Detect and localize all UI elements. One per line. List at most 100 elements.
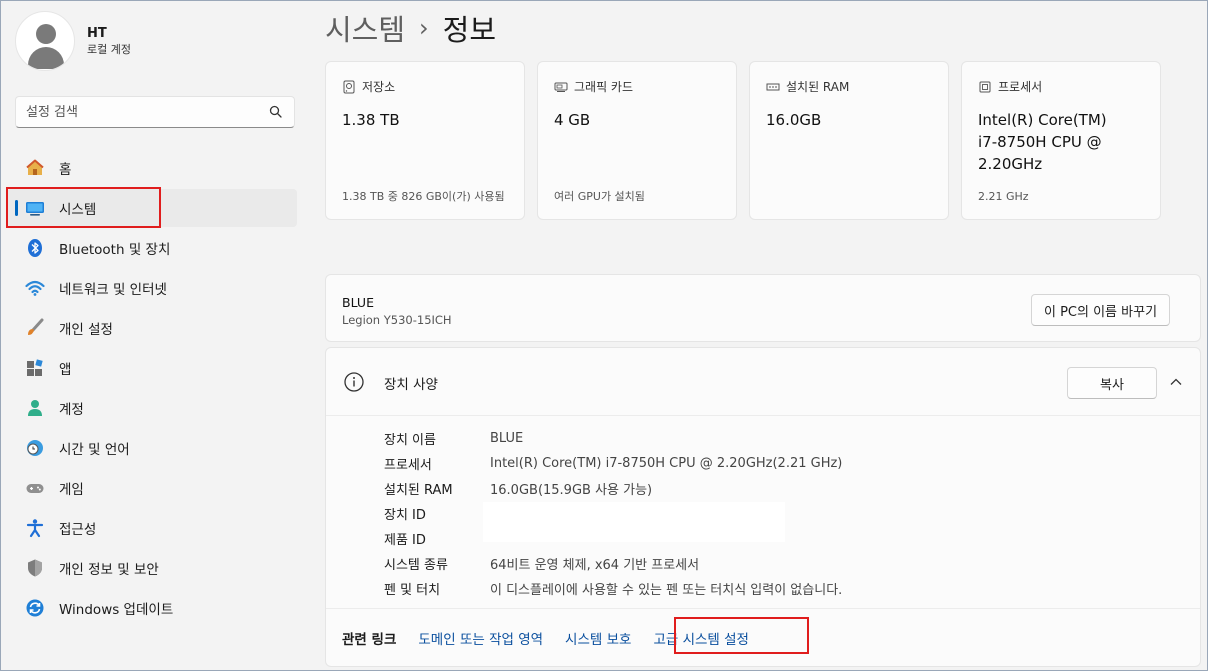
link-system-protection[interactable]: 시스템 보호 — [565, 628, 631, 648]
nav-item-bluetooth[interactable]: Bluetooth 및 장치 — [7, 229, 297, 267]
search-icon[interactable] — [268, 104, 284, 120]
apps-icon — [25, 358, 45, 378]
nav-label: 계정 — [59, 402, 84, 418]
wifi-icon — [25, 278, 45, 298]
user-profile[interactable]: HT 로컬 계정 — [15, 11, 131, 71]
spec-row: 프로세서 Intel(R) Core(TM) i7-8750H CPU @ 2.… — [384, 451, 842, 476]
card-label: 설치된 RAM — [786, 80, 850, 94]
spec-title: 장치 사양 — [384, 377, 438, 393]
clock-globe-icon — [25, 438, 45, 458]
nav-item-home[interactable]: 홈 — [7, 149, 297, 187]
nav-item-gaming[interactable]: 게임 — [7, 469, 297, 507]
bluetooth-icon — [25, 238, 45, 258]
processor-card[interactable]: 프로세서 Intel(R) Core(TM) i7-8750H CPU @ 2.… — [961, 61, 1161, 220]
related-links-label: 관련 링크 — [342, 631, 397, 648]
nav-label: 앱 — [59, 362, 72, 378]
cpu-icon — [979, 81, 991, 92]
nav-item-time-language[interactable]: 시간 및 언어 — [7, 429, 297, 467]
spec-key: 설치된 RAM — [384, 483, 453, 498]
spec-value: 이 디스플레이에 사용할 수 있는 펜 또는 터치식 입력이 없습니다. — [490, 583, 843, 598]
spec-value: BLUE — [490, 431, 524, 446]
nav-label: 시스템 — [59, 202, 97, 218]
spec-value: Intel(R) Core(TM) i7-8750H CPU @ 2.20GHz… — [490, 456, 843, 471]
profile-account-type: 로컬 계정 — [87, 42, 131, 56]
card-subtext: 2.21 GHz — [978, 190, 1029, 203]
storage-icon — [343, 80, 355, 93]
ram-icon — [766, 83, 780, 90]
search-input[interactable] — [26, 104, 268, 120]
spec-key: 펜 및 터치 — [384, 583, 441, 598]
storage-card[interactable]: 저장소 1.38 TB 1.38 TB 중 826 GB이(가) 사용됨 — [325, 61, 525, 220]
shield-icon — [25, 558, 45, 578]
breadcrumb-parent[interactable]: 시스템 — [325, 7, 405, 49]
system-icon — [25, 198, 45, 218]
nav-item-accounts[interactable]: 계정 — [7, 389, 297, 427]
copy-button[interactable]: 복사 — [1067, 367, 1157, 399]
spec-key: 장치 이름 — [384, 433, 436, 448]
card-value: Intel(R) Core(TM) i7-8750H CPU @ 2.20GHz — [978, 111, 1107, 173]
card-label: 저장소 — [362, 80, 396, 94]
spec-row: 장치 이름 BLUE — [384, 426, 842, 451]
nav-item-windows-update[interactable]: Windows 업데이트 — [7, 589, 297, 627]
spec-key: 프로세서 — [384, 458, 432, 473]
card-value: 4 GB — [554, 111, 591, 129]
spec-row: 설치된 RAM 16.0GB(15.9GB 사용 가능) — [384, 476, 842, 501]
chevron-up-icon[interactable] — [1168, 374, 1184, 390]
page-title: 정보 — [442, 13, 497, 47]
nav-label: 개인 설정 — [59, 322, 113, 338]
nav-item-network[interactable]: 네트워크 및 인터넷 — [7, 269, 297, 307]
card-value: 16.0GB — [766, 111, 822, 129]
nav-item-system[interactable]: 시스템 — [7, 189, 297, 227]
related-links: 관련 링크 도메인 또는 작업 영역 시스템 보호 고급 시스템 설정 — [326, 608, 1200, 666]
ram-card[interactable]: 설치된 RAM 16.0GB — [749, 61, 949, 220]
spec-key: 제품 ID — [384, 533, 426, 548]
device-model: Legion Y530-15ICH — [342, 313, 452, 327]
gamepad-icon — [25, 478, 45, 498]
settings-search-box[interactable] — [15, 96, 295, 128]
card-value: 1.38 TB — [342, 111, 400, 129]
nav-label: Windows 업데이트 — [59, 602, 174, 618]
nav-label: 개인 정보 및 보안 — [59, 562, 159, 578]
home-icon — [25, 158, 45, 178]
sidebar: HT 로컬 계정 홈 시스템 Bluetooth 및 장치 — [1, 1, 309, 671]
nav-item-privacy-security[interactable]: 개인 정보 및 보안 — [7, 549, 297, 587]
device-specifications-section: 장치 사양 복사 장치 이름 BLUE 프로세서 Intel(R) Core(T… — [325, 347, 1201, 667]
spec-key: 장치 ID — [384, 508, 426, 523]
card-subtext: 여러 GPU가 설치됨 — [554, 190, 645, 203]
rename-pc-button[interactable]: 이 PC의 이름 바꾸기 — [1031, 294, 1171, 326]
update-icon — [25, 598, 45, 618]
gpu-icon — [554, 82, 568, 92]
card-label: 프로세서 — [998, 80, 1043, 94]
info-icon — [344, 372, 364, 392]
card-label: 그래픽 카드 — [574, 80, 634, 94]
nav-label: 시간 및 언어 — [59, 442, 130, 458]
spec-row: 펜 및 터치 이 디스플레이에 사용할 수 있는 펜 또는 터치식 입력이 없습… — [384, 576, 842, 601]
nav-label: 접근성 — [59, 522, 97, 538]
brush-icon — [25, 318, 45, 338]
link-domain-workgroup[interactable]: 도메인 또는 작업 영역 — [418, 628, 543, 648]
spec-value: 16.0GB(15.9GB 사용 가능) — [490, 483, 653, 498]
breadcrumb-separator: › — [419, 14, 429, 42]
nav-label: 홈 — [59, 162, 72, 178]
nav-item-apps[interactable]: 앱 — [7, 349, 297, 387]
account-icon — [25, 398, 45, 418]
profile-name: HT — [87, 25, 107, 41]
card-subtext: 1.38 TB 중 826 GB이(가) 사용됨 — [342, 190, 505, 203]
graphics-card[interactable]: 그래픽 카드 4 GB 여러 GPU가 설치됨 — [537, 61, 737, 220]
redacted-ids — [483, 502, 785, 542]
link-advanced-system-settings[interactable]: 고급 시스템 설정 — [653, 628, 749, 648]
nav-label: 네트워크 및 인터넷 — [59, 282, 167, 298]
nav-label: Bluetooth 및 장치 — [59, 242, 171, 258]
avatar — [15, 11, 75, 71]
spec-value: 64비트 운영 체제, x64 기반 프로세서 — [490, 558, 700, 573]
device-name: BLUE — [342, 295, 374, 310]
nav-item-accessibility[interactable]: 접근성 — [7, 509, 297, 547]
spec-header[interactable]: 장치 사양 복사 — [326, 348, 1200, 416]
spec-key: 시스템 종류 — [384, 558, 448, 573]
breadcrumb: 시스템 › 정보 — [325, 7, 496, 49]
device-name-bar: BLUE Legion Y530-15ICH 이 PC의 이름 바꾸기 — [325, 274, 1201, 342]
accessibility-icon — [25, 518, 45, 538]
nav-item-personalization[interactable]: 개인 설정 — [7, 309, 297, 347]
nav-label: 게임 — [59, 482, 84, 498]
nav-list: 홈 시스템 Bluetooth 및 장치 네트워크 및 인터넷 개인 설정 앱 … — [7, 149, 297, 629]
